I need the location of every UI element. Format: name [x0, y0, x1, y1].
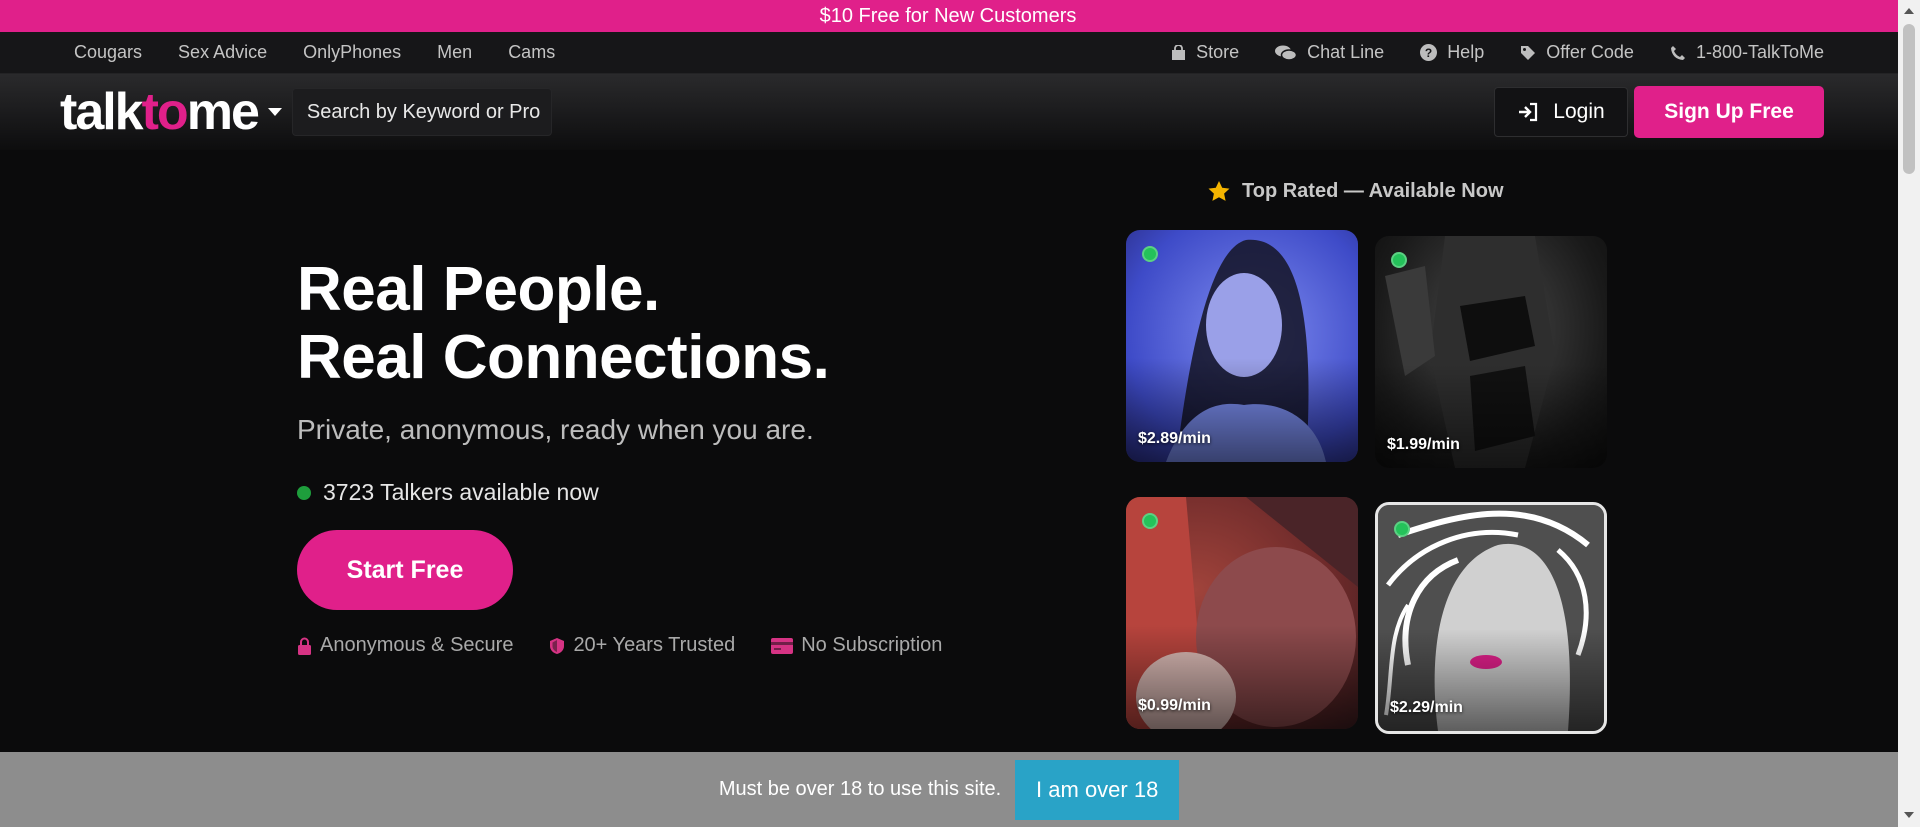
feature-anonymous-label: Anonymous & Secure — [320, 634, 514, 656]
card-price: $2.89/min — [1138, 430, 1211, 447]
sign-in-icon — [1519, 102, 1538, 122]
util-link-chat-line[interactable]: Chat Line — [1275, 42, 1384, 63]
question-circle-icon: ? — [1420, 44, 1438, 61]
card-price: $1.99/min — [1387, 436, 1460, 453]
age-gate-text: Must be over 18 to use this site. — [718, 778, 1002, 800]
hero-headline-line2: Real Connections. — [297, 323, 830, 392]
feature-list: Anonymous & Secure 20+ Years Trusted No … — [297, 634, 978, 657]
talker-card[interactable]: $2.89/min — [1126, 230, 1358, 462]
hero-section: Real People. Real Connections. Private, … — [0, 150, 1898, 752]
login-label: Login — [1553, 100, 1605, 123]
hero-subheadline: Private, anonymous, ready when you are. — [297, 414, 814, 445]
util-link-store-label: Store — [1196, 42, 1240, 62]
util-link-help[interactable]: ? Help — [1420, 42, 1484, 63]
shield-icon — [550, 637, 565, 654]
scroll-up-arrow-icon[interactable] — [1904, 8, 1914, 14]
talker-card[interactable]: $1.99/min — [1375, 236, 1607, 468]
utility-nav-left: Cougars Sex Advice OnlyPhones Men Cams — [74, 42, 591, 63]
util-link-cougars[interactable]: Cougars — [74, 42, 142, 63]
star-icon — [1208, 181, 1230, 201]
tag-icon — [1521, 45, 1536, 60]
utility-nav-right: Store Chat Line ? Help Offer Code 1-800-… — [1135, 42, 1824, 63]
signup-button[interactable]: Sign Up Free — [1634, 86, 1824, 138]
age-confirm-button[interactable]: I am over 18 — [1015, 759, 1180, 820]
card-price: $2.29/min — [1390, 699, 1463, 716]
logo-text-to: to — [141, 83, 189, 141]
hero-headline-line1: Real People. — [297, 255, 660, 324]
page: $10 Free for New Customers Cougars Sex A… — [0, 0, 1920, 827]
online-dot-icon — [297, 485, 311, 500]
credit-card-icon — [771, 637, 794, 654]
age-confirm-label: I am over 18 — [1036, 776, 1159, 802]
util-link-store[interactable]: Store — [1171, 42, 1239, 63]
logo-text-talk: talk — [60, 83, 144, 141]
age-gate-bar: Must be over 18 to use this site. I am o… — [0, 752, 1898, 827]
util-link-phone-label: 1-800-TalkToMe — [1695, 42, 1824, 62]
util-link-sex-advice[interactable]: Sex Advice — [178, 42, 267, 63]
scroll-down-arrow-icon[interactable] — [1904, 812, 1914, 818]
lock-icon — [298, 637, 311, 655]
feature-no-subscription: No Subscription — [771, 634, 942, 657]
util-link-cams[interactable]: Cams — [508, 42, 555, 63]
availability-text: 3723 Talkers available now — [323, 479, 599, 505]
top-rated-title-text: Top Rated — Available Now — [1242, 180, 1504, 202]
online-indicator-icon — [1391, 252, 1407, 268]
promo-banner[interactable]: $10 Free for New Customers — [0, 0, 1920, 32]
phone-icon — [1670, 45, 1685, 60]
promo-text[interactable]: $10 Free for New Customers — [820, 5, 1077, 28]
svg-text:?: ? — [1425, 46, 1432, 60]
talker-card[interactable]: $2.29/min — [1375, 502, 1607, 734]
util-link-offer-code-label: Offer Code — [1546, 42, 1634, 62]
feature-trusted-label: 20+ Years Trusted — [573, 634, 736, 656]
feature-no-subscription-label: No Subscription — [801, 634, 943, 656]
online-indicator-icon — [1142, 513, 1158, 529]
util-link-offer-code[interactable]: Offer Code — [1520, 42, 1634, 63]
page-scrollbar[interactable] — [1898, 0, 1920, 827]
utility-nav: Cougars Sex Advice OnlyPhones Men Cams S… — [0, 32, 1898, 74]
signup-label: Sign Up Free — [1664, 100, 1794, 123]
search-placeholder: Search by Keyword or Pro — [306, 100, 541, 123]
chevron-down-icon[interactable] — [267, 108, 282, 116]
feature-anonymous: Anonymous & Secure — [297, 634, 513, 657]
login-button[interactable]: Login — [1494, 87, 1628, 137]
logo-text-me: me — [186, 83, 260, 141]
util-link-chat-line-label: Chat Line — [1307, 42, 1385, 62]
util-link-men[interactable]: Men — [437, 42, 472, 63]
main-header: talk to me Search by Keyword or Pro Login … — [0, 74, 1898, 150]
online-indicator-icon — [1394, 521, 1410, 537]
scrollbar-thumb[interactable] — [1903, 24, 1915, 174]
search-input[interactable]: Search by Keyword or Pro — [291, 88, 552, 136]
util-link-onlyphones[interactable]: OnlyPhones — [303, 42, 401, 63]
hero-headline: Real People. Real Connections. — [297, 255, 830, 392]
chat-bubbles-icon — [1275, 45, 1298, 61]
feature-trusted: 20+ Years Trusted — [549, 634, 735, 657]
start-free-button[interactable]: Start Free — [297, 530, 513, 610]
availability-status: 3723 Talkers available now — [297, 479, 599, 506]
util-link-help-label: Help — [1447, 42, 1485, 62]
online-indicator-icon — [1142, 246, 1158, 262]
util-link-phone[interactable]: 1-800-TalkToMe — [1670, 42, 1824, 63]
card-price: $0.99/min — [1138, 697, 1211, 714]
start-free-label: Start Free — [346, 555, 464, 584]
site-logo[interactable]: talk to me — [60, 83, 260, 141]
talker-card[interactable]: $0.99/min — [1126, 497, 1358, 729]
shopping-bag-icon — [1172, 44, 1186, 60]
top-rated-title: Top Rated — Available Now — [1208, 180, 1504, 203]
